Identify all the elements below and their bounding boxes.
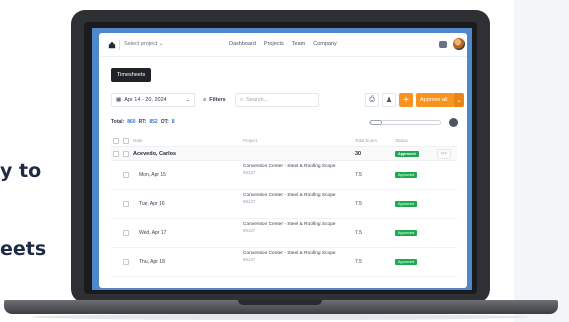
avatar[interactable] xyxy=(453,38,465,50)
row-hours: 7.5 xyxy=(355,172,362,178)
approve-all-button[interactable]: Approve all xyxy=(416,93,454,107)
row-project-code: 89137 xyxy=(243,257,256,262)
row-date: Mon, Apr 15 xyxy=(139,172,166,178)
nav-link-team[interactable]: Team xyxy=(292,41,305,47)
table-row[interactable]: Wed, Apr 17 Convention Center - Steel & … xyxy=(111,219,457,248)
scroll-slider[interactable] xyxy=(369,120,441,125)
row-project: Convention Center - Steel & Roofing Scop… xyxy=(243,222,336,227)
status-badge: Approved xyxy=(395,259,418,265)
row-hours: 7.5 xyxy=(355,230,362,236)
nav-link-dashboard[interactable]: Dashboard xyxy=(229,41,256,47)
date-range-picker[interactable]: ▦ Apr 14 - 20, 2024 ⌄ xyxy=(111,93,195,107)
row-hours: 7.5 xyxy=(355,259,362,265)
totals-summary: Total: 860 RT: 852 OT: 8 xyxy=(111,119,175,125)
filter-icon: ≡ xyxy=(203,97,207,103)
employee-group-row[interactable]: Acevedo, Carlos 30 Approved ··· xyxy=(111,147,457,161)
status-badge: Approved xyxy=(395,201,418,207)
bell-icon[interactable]: ♟ xyxy=(382,93,396,107)
nav-link-projects[interactable]: Projects xyxy=(264,41,284,47)
row-checkbox[interactable] xyxy=(123,230,129,236)
side-text-line-2: eets xyxy=(0,238,47,260)
row-date: Thu, Apr 18 xyxy=(139,259,165,265)
project-select-label: Select project xyxy=(124,41,158,47)
group-hours: 30 xyxy=(355,151,362,157)
nav-divider xyxy=(119,40,120,50)
total-label: Total: xyxy=(111,119,125,125)
slider-handle[interactable] xyxy=(370,120,382,125)
timesheet-table: Date Project Total hours Status Acevedo,… xyxy=(111,135,457,277)
print-icon[interactable]: ⎙ xyxy=(365,93,379,107)
timesheets-tooltip: Timesheets xyxy=(111,68,152,82)
nav-links: Dashboard Projects Team Company xyxy=(229,41,337,47)
expand-all-checkbox[interactable] xyxy=(123,138,129,144)
search-icon: ⌕ xyxy=(240,96,244,103)
project-select[interactable]: Select project ⌄ xyxy=(124,41,163,47)
filters-label: Filters xyxy=(209,97,226,103)
header-total-hours: Total hours xyxy=(355,138,378,143)
ot-label: OT: xyxy=(160,119,169,125)
add-button[interactable]: + xyxy=(399,93,413,107)
row-project-code: 89137 xyxy=(243,199,256,204)
header-status: Status xyxy=(395,138,408,143)
select-all-checkbox[interactable] xyxy=(113,138,119,144)
rt-value: 852 xyxy=(149,119,158,125)
row-checkbox[interactable] xyxy=(123,259,129,265)
header-project: Project xyxy=(243,138,258,143)
side-panel xyxy=(514,0,569,322)
chat-icon[interactable] xyxy=(439,41,447,48)
row-checkbox[interactable] xyxy=(123,172,129,178)
row-project-code: 89137 xyxy=(243,228,256,233)
table-header: Date Project Total hours Status xyxy=(111,135,457,147)
rt-label: RT: xyxy=(138,119,147,125)
timesheets-app: Select project ⌄ Dashboard Projects Team… xyxy=(99,33,467,288)
search-input[interactable]: ⌕ Search... xyxy=(235,93,319,107)
group-expand-toggle[interactable] xyxy=(123,151,129,157)
filters-button[interactable]: ≡ Filters xyxy=(203,93,226,107)
employee-name: Acevedo, Carlos xyxy=(133,151,177,157)
top-nav: Select project ⌄ Dashboard Projects Team… xyxy=(99,33,467,57)
table-row[interactable]: Tue, Apr 16 Convention Center - Steel & … xyxy=(111,190,457,219)
nav-link-company[interactable]: Company xyxy=(313,41,337,47)
home-icon[interactable] xyxy=(108,41,116,49)
row-checkbox[interactable] xyxy=(123,201,129,207)
row-date: Tue, Apr 16 xyxy=(139,201,165,207)
group-checkbox[interactable] xyxy=(113,151,119,157)
chevron-down-icon: ⌄ xyxy=(158,41,164,47)
row-project: Convention Center - Steel & Roofing Scop… xyxy=(243,193,336,198)
laptop-notch xyxy=(238,300,322,305)
row-project-code: 89137 xyxy=(243,170,256,175)
status-badge: Approved xyxy=(395,230,418,236)
laptop-shadow xyxy=(30,314,530,320)
row-hours: 7.5 xyxy=(355,201,362,207)
more-options-button[interactable]: ··· xyxy=(437,149,451,159)
search-placeholder: Search... xyxy=(246,97,269,103)
table-row[interactable]: Mon, Apr 15 Convention Center - Steel & … xyxy=(111,161,457,190)
side-text-line-1: y to xyxy=(0,160,42,182)
date-range-label: Apr 14 - 20, 2024 xyxy=(124,97,167,103)
gear-icon[interactable] xyxy=(449,118,458,127)
row-project: Convention Center - Steel & Roofing Scop… xyxy=(243,164,336,169)
row-project: Convention Center - Steel & Roofing Scop… xyxy=(243,251,336,256)
chevron-down-icon[interactable]: ⌄ xyxy=(454,93,464,107)
status-badge: Approved xyxy=(395,151,419,157)
chevron-down-icon: ⌄ xyxy=(185,97,190,103)
table-row[interactable]: Thu, Apr 18 Convention Center - Steel & … xyxy=(111,248,457,277)
status-badge: Approved xyxy=(395,172,418,178)
ot-value: 8 xyxy=(171,119,175,125)
header-date: Date xyxy=(133,138,143,143)
calendar-icon: ▦ xyxy=(116,97,122,103)
total-value: 860 xyxy=(127,119,136,125)
toolbar: ▦ Apr 14 - 20, 2024 ⌄ ≡ Filters ⌕ Search… xyxy=(99,93,467,107)
row-date: Wed, Apr 17 xyxy=(139,230,167,236)
